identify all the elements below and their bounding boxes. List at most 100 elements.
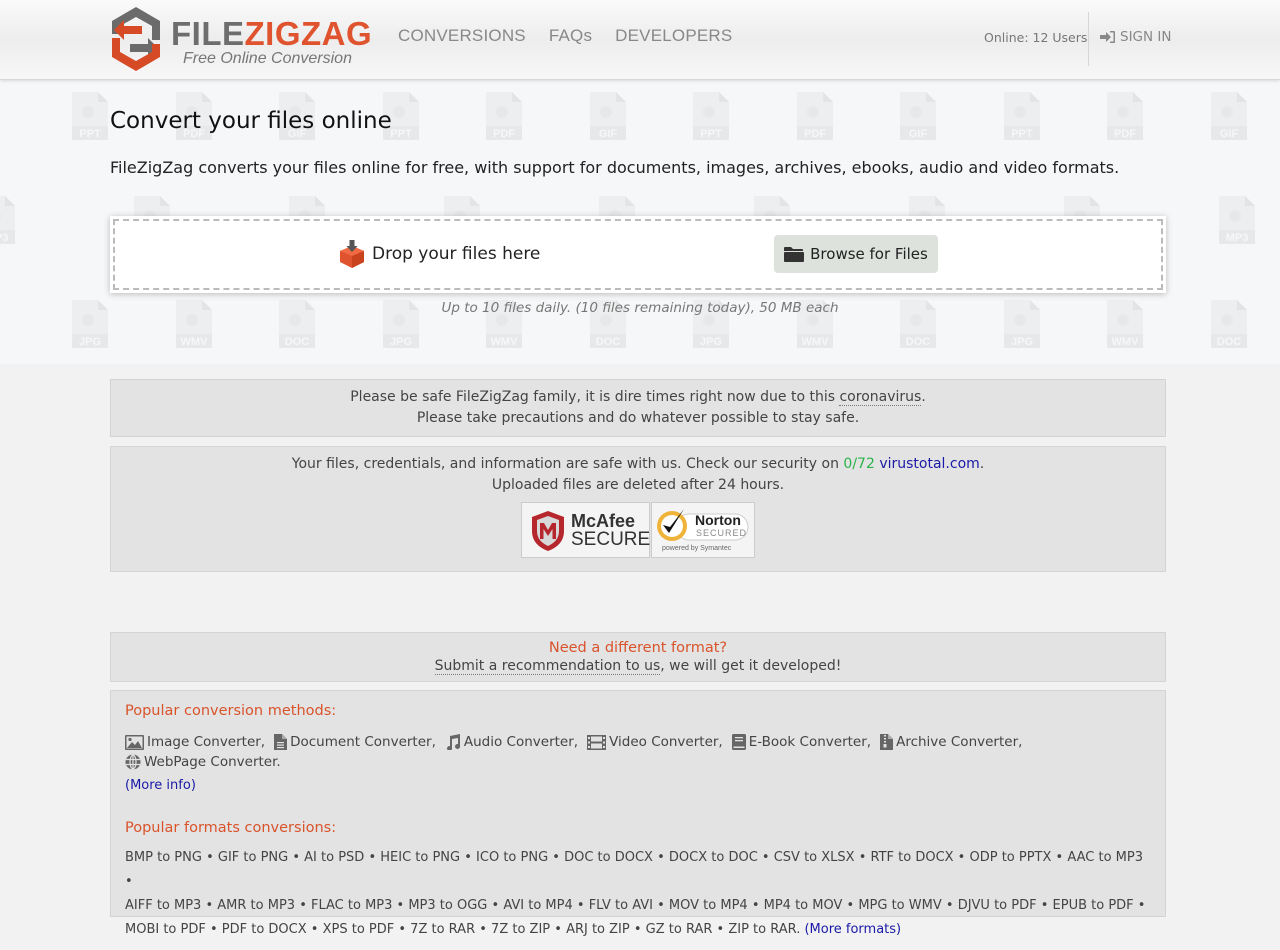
need-format-title: Need a different format?: [548, 640, 728, 656]
svg-text:WMV: WMV: [180, 336, 208, 348]
background-file-pdf-icon: PDF: [486, 92, 522, 140]
format-conversion-link[interactable]: DOCX to DOC: [669, 850, 758, 865]
format-conversion-link[interactable]: EPUB to PDF: [1053, 898, 1134, 913]
format-conversion-link[interactable]: AVI to MP4: [503, 898, 572, 913]
virustotal-score: 0/72: [843, 456, 875, 472]
format-separator: •: [392, 898, 409, 913]
norton-secured-badge[interactable]: Norton SECURED powered by Symantec: [651, 502, 755, 558]
header-divider: [1088, 12, 1089, 66]
format-separator: •: [364, 850, 381, 865]
format-separator: •: [629, 922, 646, 937]
covid-notice-line1: Please be safe FileZigZag family, it is …: [350, 389, 926, 406]
video-converter-link[interactable]: Video Converter,: [587, 732, 723, 752]
archive-icon: [880, 734, 894, 750]
document-converter-link[interactable]: Document Converter,: [274, 732, 436, 752]
format-conversion-link[interactable]: ODP to PPTX: [969, 850, 1051, 865]
conversion-methods-list: Image Converter, Document Converter, Aud…: [125, 732, 1151, 772]
format-conversion-link[interactable]: CSV to XLSX: [774, 850, 855, 865]
format-separator: •: [757, 850, 774, 865]
format-separator: •: [1051, 850, 1068, 865]
webpage-converter-link[interactable]: WebPage Converter.: [125, 752, 281, 772]
logo[interactable]: FILEZIGZAG Free Online Conversion: [108, 4, 372, 74]
format-conversion-link[interactable]: PDF to DOCX: [222, 922, 307, 937]
svg-text:JPG: JPG: [700, 336, 722, 348]
background-file-gif-icon: GIF: [900, 92, 936, 140]
format-conversion-link[interactable]: GZ to RAR: [646, 922, 713, 937]
format-conversion-link[interactable]: HEIC to PNG: [380, 850, 460, 865]
film-icon: [587, 734, 607, 750]
ebook-converter-link[interactable]: E-Book Converter,: [731, 732, 871, 752]
main-nav: CONVERSIONS FAQs DEVELOPERS: [398, 26, 732, 46]
format-conversion-link[interactable]: BMP to PNG: [125, 850, 202, 865]
format-conversion-link[interactable]: FLAC to MP3: [311, 898, 392, 913]
sign-in-label: SIGN IN: [1120, 29, 1172, 45]
nav-developers[interactable]: DEVELOPERS: [615, 26, 732, 46]
format-conversion-link[interactable]: AMR to MP3: [217, 898, 295, 913]
background-file-ppt-icon: PPT: [693, 92, 729, 140]
archive-converter-link[interactable]: Archive Converter,: [880, 732, 1022, 752]
need-format-panel: Need a different format? Submit a recomm…: [110, 632, 1166, 682]
format-conversion-link[interactable]: RTF to DOCX: [871, 850, 954, 865]
more-info-link[interactable]: (More info): [125, 778, 1151, 793]
nav-conversions[interactable]: CONVERSIONS: [398, 26, 526, 46]
background-file-ppt-icon: PPT: [1003, 92, 1040, 140]
submit-recommendation-link[interactable]: Submit a recommendation to us: [434, 658, 661, 675]
mcafee-secure-badge[interactable]: McAfee SECURE: [521, 502, 650, 558]
format-separator: •: [487, 898, 504, 913]
image-converter-link[interactable]: Image Converter,: [125, 732, 265, 752]
background-file-mp3-icon: MP3: [0, 196, 15, 244]
online-users-status: Online: 12 Users: [984, 30, 1088, 45]
format-separator: •: [295, 898, 311, 913]
format-conversion-link[interactable]: MOV to MP4: [669, 898, 748, 913]
format-separator: •: [1133, 898, 1146, 913]
drop-zone-border: [113, 219, 1163, 290]
virustotal-link[interactable]: virustotal.com: [879, 456, 979, 472]
svg-text:DOC: DOC: [906, 336, 931, 348]
format-separator: •: [953, 850, 970, 865]
format-conversion-link[interactable]: 7Z to RAR: [410, 922, 475, 937]
background-file-gif-icon: GIF: [1210, 92, 1247, 140]
coronavirus-link[interactable]: coronavirus: [839, 389, 922, 406]
file-drop-zone[interactable]: Drop your files here Browse for Files: [110, 216, 1166, 293]
format-conversion-link[interactable]: ICO to PNG: [476, 850, 548, 865]
norton-badge-title: Norton: [695, 512, 741, 528]
format-conversion-link[interactable]: GIF to PNG: [218, 850, 288, 865]
format-separator: •: [747, 898, 764, 913]
format-conversion-link[interactable]: DJVU to PDF: [958, 898, 1037, 913]
sign-in-link[interactable]: SIGN IN: [1100, 29, 1171, 45]
need-format-text: Submit a recommendation to us, we will g…: [434, 658, 842, 675]
format-conversion-link[interactable]: MP3 to OGG: [408, 898, 487, 913]
more-formats-link[interactable]: (More formats): [804, 922, 901, 937]
format-conversion-link[interactable]: 7Z to ZIP: [491, 922, 550, 937]
music-icon: [446, 734, 460, 750]
image-icon: [125, 734, 144, 750]
format-conversion-link[interactable]: ZIP to RAR: [728, 922, 796, 937]
format-conversion-link[interactable]: XPS to PDF: [323, 922, 395, 937]
format-conversion-link[interactable]: MOBI to PDF: [125, 922, 206, 937]
svg-text:PDF: PDF: [804, 128, 826, 140]
audio-converter-link[interactable]: Audio Converter,: [445, 732, 578, 752]
upload-limit-note: Up to 10 files daily. (10 files remainin…: [441, 300, 839, 316]
format-conversion-link[interactable]: AAC to MP3: [1067, 850, 1143, 865]
format-separator: •: [941, 898, 958, 913]
drop-files-label[interactable]: Drop your files here: [338, 240, 540, 268]
svg-text:JPG: JPG: [389, 336, 411, 348]
logo-title: FILEZIGZAG: [171, 15, 373, 52]
format-conversion-link[interactable]: AIFF to MP3: [125, 898, 201, 913]
format-separator: •: [550, 922, 567, 937]
format-separator: •: [125, 874, 133, 889]
background-file-ppt-icon: PPT: [72, 92, 108, 140]
format-conversion-link[interactable]: FLV to AVI: [589, 898, 653, 913]
format-conversion-link[interactable]: MP4 to MOV: [764, 898, 843, 913]
security-panel: Your files, credentials, and information…: [110, 446, 1166, 572]
format-conversion-link[interactable]: AI to PSD: [304, 850, 364, 865]
format-conversion-link[interactable]: ARJ to ZIP: [566, 922, 630, 937]
format-conversion-link[interactable]: DOC to DOCX: [564, 850, 653, 865]
browse-files-button[interactable]: Browse for Files: [774, 235, 938, 273]
format-separator: •: [842, 898, 859, 913]
svg-text:GIF: GIF: [598, 128, 617, 140]
nav-faqs[interactable]: FAQs: [549, 26, 592, 46]
format-conversion-link[interactable]: MPG to WMV: [858, 898, 941, 913]
book-icon: [731, 734, 746, 750]
svg-text:DOC: DOC: [1216, 336, 1241, 348]
